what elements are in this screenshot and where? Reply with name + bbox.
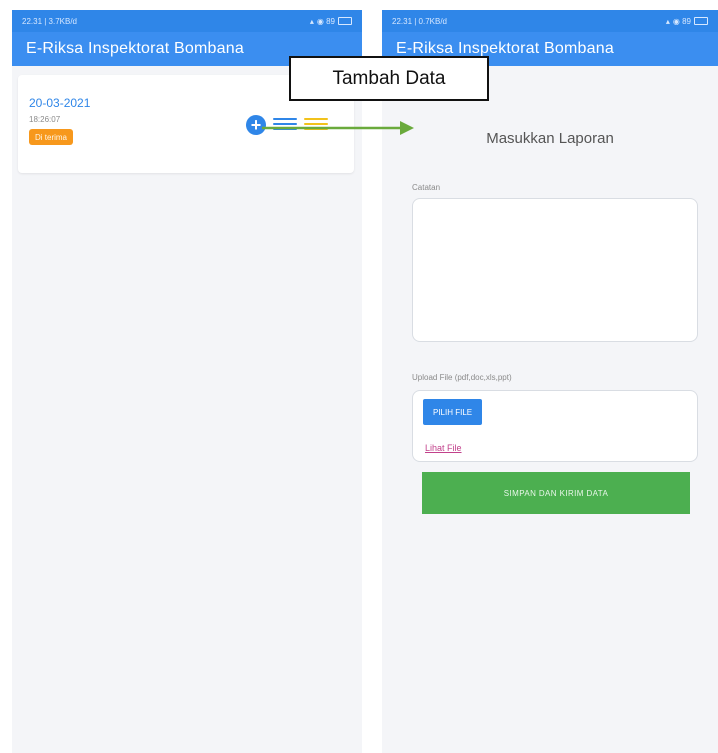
- arrow-annotation: [262, 121, 414, 135]
- arrow-head: [400, 121, 414, 135]
